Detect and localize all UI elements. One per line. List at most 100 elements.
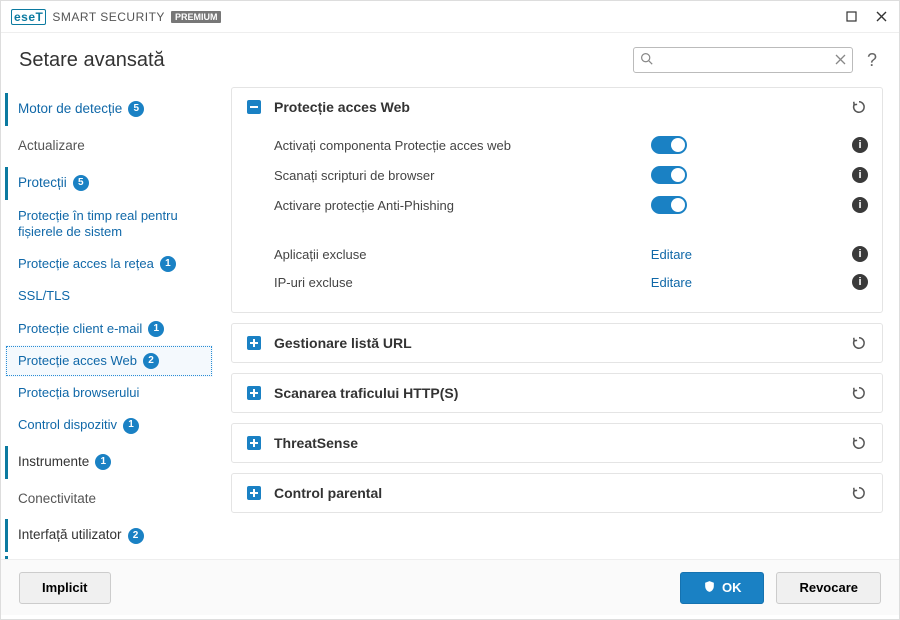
setting-label: Activare protecție Anti-Phishing xyxy=(274,198,641,213)
panel-web-access: Protecție acces Web Activați componenta … xyxy=(231,87,883,313)
expand-icon xyxy=(246,335,262,351)
sidebar-item[interactable]: Actualizare xyxy=(5,130,213,163)
sidebar-item[interactable]: Conectivitate xyxy=(5,483,213,516)
panel-head[interactable]: ThreatSense xyxy=(232,424,882,462)
panel-head-web-access[interactable]: Protecție acces Web xyxy=(232,88,882,126)
sidebar-item-label: Protecția browserului xyxy=(18,385,139,401)
setting-row: Activați componenta Protecție acces web i xyxy=(274,130,868,160)
window-close-icon[interactable] xyxy=(873,9,889,25)
edit-link[interactable]: Editare xyxy=(651,247,692,262)
panel-collapsed: Gestionare listă URL xyxy=(231,323,883,363)
search-box[interactable] xyxy=(633,47,853,73)
badge: 1 xyxy=(160,256,176,272)
window-maximize-icon[interactable] xyxy=(843,9,859,25)
header: Setare avansată ? xyxy=(1,33,899,83)
toggle-switch[interactable] xyxy=(651,166,687,184)
revert-icon[interactable] xyxy=(850,384,868,402)
search-input[interactable] xyxy=(659,53,829,67)
shield-icon xyxy=(703,580,716,596)
clear-search-icon[interactable] xyxy=(835,53,846,68)
sidebar-item-label: Instrumente xyxy=(18,454,89,471)
info-icon[interactable]: i xyxy=(852,167,868,183)
cancel-button[interactable]: Revocare xyxy=(776,572,881,604)
panel-collapsed: Control parental xyxy=(231,473,883,513)
edit-link[interactable]: Editare xyxy=(651,275,692,290)
sidebar-item[interactable]: Instrumente 1 xyxy=(5,446,213,479)
brand-edition: PREMIUM xyxy=(171,11,222,23)
setting-row: Scanați scripturi de browser i xyxy=(274,160,868,190)
setting-label: Aplicații excluse xyxy=(274,247,641,262)
sidebar-item[interactable]: SSL/TLS xyxy=(5,280,213,312)
panel-title: Control parental xyxy=(274,485,838,501)
brand-logo: eseT xyxy=(11,9,46,25)
sidebar-item-label: Conectivitate xyxy=(18,491,96,508)
revert-icon[interactable] xyxy=(850,434,868,452)
sidebar-item[interactable]: Motor de detecție 5 xyxy=(5,93,213,126)
sidebar-item-label: Interfață utilizator xyxy=(18,527,122,544)
setting-label: IP-uri excluse xyxy=(274,275,641,290)
panel-title: Protecție acces Web xyxy=(274,99,838,115)
panel-head[interactable]: Control parental xyxy=(232,474,882,512)
setting-row: Activare protecție Anti-Phishing i xyxy=(274,190,868,220)
info-icon[interactable]: i xyxy=(852,274,868,290)
collapse-icon xyxy=(246,99,262,115)
setting-row: Aplicații excluse Editare i xyxy=(274,240,868,268)
expand-icon xyxy=(246,435,262,451)
sidebar-item-label: Motor de detecție xyxy=(18,101,122,118)
badge: 1 xyxy=(148,321,164,337)
sidebar-item-label: Protecție în timp real pentru fișierele … xyxy=(18,208,207,241)
sidebar-item[interactable]: Protecții 5 xyxy=(5,167,213,200)
sidebar: Motor de detecție5ActualizareProtecții5P… xyxy=(1,83,223,559)
panel-title: Scanarea traficului HTTP(S) xyxy=(274,385,838,401)
default-button[interactable]: Implicit xyxy=(19,572,111,604)
sidebar-item[interactable]: Protecție în timp real pentru fișierele … xyxy=(5,200,213,249)
sidebar-item[interactable]: Protecție acces Web 2 xyxy=(5,345,213,377)
info-icon[interactable]: i xyxy=(852,137,868,153)
setting-label: Scanați scripturi de browser xyxy=(274,168,641,183)
sidebar-item-label: SSL/TLS xyxy=(18,288,70,304)
brand-product: SMART SECURITY xyxy=(52,10,165,24)
badge: 1 xyxy=(123,418,139,434)
expand-icon xyxy=(246,485,262,501)
sidebar-item[interactable]: Control dispozitiv 1 xyxy=(5,409,213,441)
sidebar-item-label: Actualizare xyxy=(18,138,85,155)
brand: eseT SMART SECURITY PREMIUM xyxy=(11,9,221,25)
sidebar-item[interactable]: Protecție client e-mail 1 xyxy=(5,313,213,345)
setting-row: IP-uri excluse Editare i xyxy=(274,268,868,296)
info-icon[interactable]: i xyxy=(852,197,868,213)
sidebar-item-label: Protecție client e-mail xyxy=(18,321,142,337)
toggle-switch[interactable] xyxy=(651,196,687,214)
sidebar-item[interactable]: Interfață utilizator 2 xyxy=(5,519,213,552)
page-title: Setare avansată xyxy=(19,49,165,72)
panel-collapsed: Scanarea traficului HTTP(S) xyxy=(231,373,883,413)
content: Protecție acces Web Activați componenta … xyxy=(223,83,899,559)
info-icon[interactable]: i xyxy=(852,246,868,262)
sidebar-item-label: Protecție acces Web xyxy=(18,353,137,369)
badge: 2 xyxy=(143,353,159,369)
sidebar-item[interactable]: Protecția browserului xyxy=(5,377,213,409)
panel-title: Gestionare listă URL xyxy=(274,335,838,351)
panel-collapsed: ThreatSense xyxy=(231,423,883,463)
ok-button[interactable]: OK xyxy=(680,572,765,604)
sidebar-item-label: Control dispozitiv xyxy=(18,417,117,433)
revert-icon[interactable] xyxy=(850,98,868,116)
titlebar: eseT SMART SECURITY PREMIUM xyxy=(1,1,899,33)
footer: Implicit OK Revocare xyxy=(1,559,899,615)
badge: 1 xyxy=(95,454,111,470)
toggle-switch[interactable] xyxy=(651,136,687,154)
badge: 5 xyxy=(73,175,89,191)
help-icon[interactable]: ? xyxy=(863,50,881,71)
expand-icon xyxy=(246,385,262,401)
panel-head[interactable]: Gestionare listă URL xyxy=(232,324,882,362)
setting-label: Activați componenta Protecție acces web xyxy=(274,138,641,153)
sidebar-item-label: Protecții xyxy=(18,175,67,192)
revert-icon[interactable] xyxy=(850,334,868,352)
sidebar-item[interactable]: Protecție acces la rețea1 xyxy=(5,248,213,280)
badge: 2 xyxy=(128,528,144,544)
panel-head[interactable]: Scanarea traficului HTTP(S) xyxy=(232,374,882,412)
revert-icon[interactable] xyxy=(850,484,868,502)
search-icon xyxy=(640,52,653,68)
sidebar-item[interactable]: Notificări5 xyxy=(5,556,213,559)
panel-title: ThreatSense xyxy=(274,435,838,451)
badge: 5 xyxy=(128,101,144,117)
